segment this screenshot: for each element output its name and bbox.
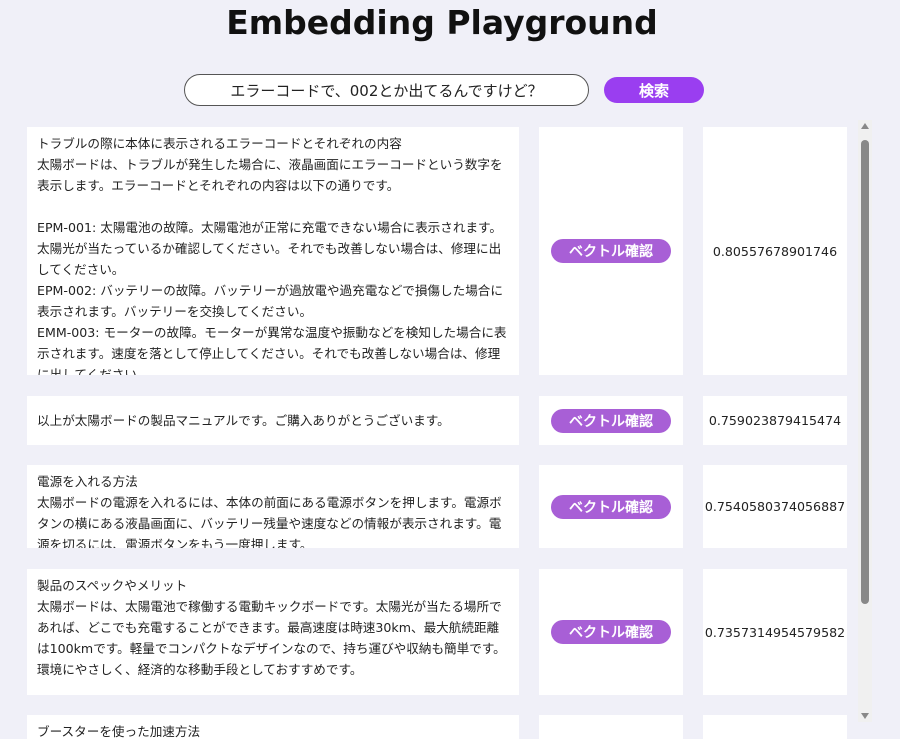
result-row: トラブルの際に本体に表示されるエラーコードとそれぞれの内容 太陽ボードは、トラブ… — [0, 127, 856, 375]
result-row: 電源を入れる方法 太陽ボードの電源を入れるには、本体の前面にある電源ボタンを押し… — [0, 465, 856, 548]
vector-button-cell: ベクトル確認 — [539, 396, 683, 445]
page-title: Embedding Playground — [226, 3, 658, 42]
vector-check-button[interactable]: ベクトル確認 — [551, 494, 671, 519]
similarity-score: 0.7540580374056887 — [703, 465, 847, 548]
vector-button-cell — [539, 715, 683, 739]
vector-check-button[interactable]: ベクトル確認 — [551, 408, 671, 433]
result-text: ブースターを使った加速方法 — [27, 715, 519, 739]
result-text: 製品のスペックやメリット 太陽ボードは、太陽電池で稼働する電動キックボードです。… — [27, 569, 519, 695]
scroll-up-arrow-icon[interactable] — [861, 123, 869, 129]
scroll-down-arrow-icon[interactable] — [861, 713, 869, 719]
result-text: トラブルの際に本体に表示されるエラーコードとそれぞれの内容 太陽ボードは、トラブ… — [27, 127, 519, 375]
results-list: トラブルの際に本体に表示されるエラーコードとそれぞれの内容 太陽ボードは、トラブ… — [0, 120, 856, 739]
result-text-body: ブースターを使った加速方法 — [37, 724, 201, 739]
search-button[interactable]: 検索 — [604, 77, 704, 103]
result-text: 電源を入れる方法 太陽ボードの電源を入れるには、本体の前面にある電源ボタンを押し… — [27, 465, 519, 548]
result-row: 以上が太陽ボードの製品マニュアルです。ご購入ありがとうございます。 ベクトル確認… — [0, 396, 856, 445]
result-text-body: 電源を入れる方法 太陽ボードの電源を入れるには、本体の前面にある電源ボタンを押し… — [37, 474, 502, 548]
vector-check-button[interactable]: ベクトル確認 — [551, 620, 671, 644]
result-row: 製品のスペックやメリット 太陽ボードは、太陽電池で稼働する電動キックボードです。… — [0, 569, 856, 695]
vertical-scrollbar[interactable] — [858, 120, 872, 722]
similarity-score — [703, 715, 847, 739]
vector-button-cell: ベクトル確認 — [539, 465, 683, 548]
vector-check-button[interactable]: ベクトル確認 — [551, 239, 671, 263]
vector-button-cell: ベクトル確認 — [539, 569, 683, 695]
result-text-body: 製品のスペックやメリット 太陽ボードは、太陽電池で稼働する電動キックボードです。… — [37, 578, 506, 677]
similarity-score: 0.80557678901746 — [703, 127, 847, 375]
similarity-score: 0.7357314954579582 — [703, 569, 847, 695]
similarity-score: 0.759023879415474 — [703, 396, 847, 445]
result-row: ブースターを使った加速方法 — [0, 715, 856, 739]
scrollbar-thumb[interactable] — [861, 140, 869, 604]
result-text-body: トラブルの際に本体に表示されるエラーコードとそれぞれの内容 太陽ボードは、トラブ… — [37, 136, 507, 375]
result-text: 以上が太陽ボードの製品マニュアルです。ご購入ありがとうございます。 — [27, 396, 519, 445]
result-text-body: 以上が太陽ボードの製品マニュアルです。ご購入ありがとうございます。 — [37, 413, 450, 428]
search-input[interactable] — [184, 74, 589, 106]
vector-button-cell: ベクトル確認 — [539, 127, 683, 375]
